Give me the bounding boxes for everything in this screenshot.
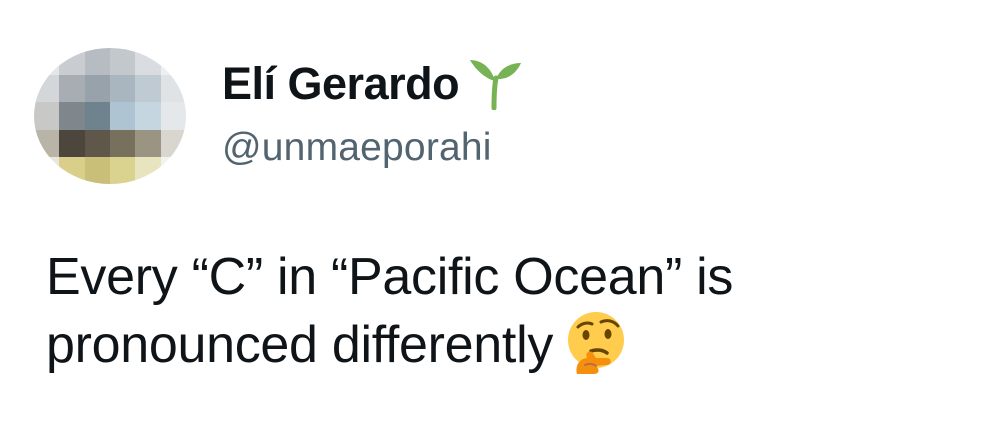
tweet-card: Elí Gerardo @unmaeporahi Every “C” in “P… bbox=[0, 0, 990, 428]
avatar[interactable] bbox=[34, 48, 186, 184]
author-display-name[interactable]: Elí Gerardo bbox=[222, 58, 460, 110]
tweet-text-line-2: pronounced differently bbox=[46, 310, 966, 378]
author-name-row[interactable]: Elí Gerardo bbox=[222, 56, 523, 112]
author-handle[interactable]: @unmaeporahi bbox=[222, 126, 492, 170]
tweet-text: Every “C” in “Pacific Ocean” is pronounc… bbox=[46, 244, 966, 378]
thinking-face-icon bbox=[568, 312, 625, 374]
seedling-icon bbox=[470, 60, 522, 110]
tweet-text-line-2-words: pronounced differently bbox=[46, 316, 554, 374]
tweet-text-line-1: Every “C” in “Pacific Ocean” is bbox=[46, 248, 734, 306]
